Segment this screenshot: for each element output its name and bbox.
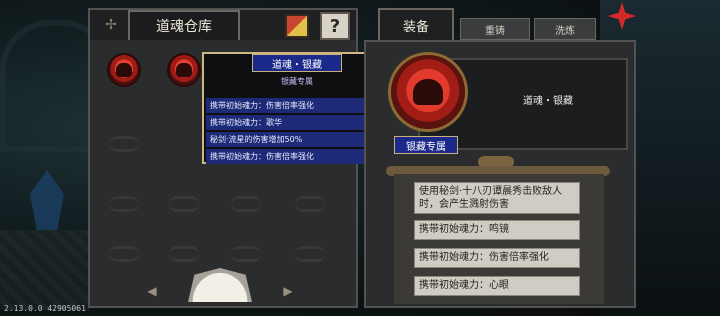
storage-slot-empty[interactable] (104, 186, 144, 222)
tab-refine[interactable]: 洗炼 (534, 18, 596, 40)
storage-slot-selected[interactable] (164, 52, 204, 88)
tooltip-row: 携带初始魂力：伤害倍率强化 (206, 98, 386, 113)
storage-slot-empty[interactable] (164, 186, 204, 222)
effect-item: 携带初始魂力：伤害倍率强化 (414, 248, 580, 268)
tooltip-row: 秘剑·流星的伤害增加50% (206, 132, 386, 147)
equipped-soul-orb-icon[interactable] (388, 52, 468, 132)
effect-item: 携带初始魂力：鸣镜 (414, 220, 580, 240)
storage-slot-empty[interactable] (104, 126, 144, 162)
storage-slot-empty[interactable] (226, 186, 266, 222)
close-button[interactable] (608, 2, 636, 30)
storage-slot-empty[interactable] (290, 186, 330, 222)
tooltip-row: 携带初始魂力：歌华 (206, 115, 386, 130)
red-soul-orb-icon (107, 53, 141, 87)
exclusive-label: 银藏专属 (394, 136, 458, 154)
equipped-item-name: 道魂・银藏 (523, 96, 573, 107)
close-pinwheel-icon (608, 2, 636, 30)
sort-button[interactable] (285, 14, 309, 38)
storage-title: 道魂仓库 (128, 10, 240, 40)
tab-reforge[interactable]: 重铸 (460, 18, 530, 40)
effect-item: 携带初始魂力：心眼 (414, 276, 580, 296)
red-soul-orb-icon (167, 53, 201, 87)
tab-equip[interactable]: 装备 (378, 8, 454, 40)
tooltip-row: 携带初始魂力：伤害倍率强化 (206, 149, 386, 164)
page-next-arrow-icon[interactable]: ▶ (282, 284, 294, 298)
storage-slot[interactable] (104, 52, 144, 88)
decorative-cross-icon: ✢ (105, 17, 117, 33)
page-prev-arrow-icon[interactable]: ◀ (146, 284, 158, 298)
background-floor (0, 230, 90, 310)
help-button[interactable]: ? (320, 12, 350, 40)
tooltip-subtitle: 银藏专属 (281, 77, 313, 86)
effect-item: 使用秘剑·十八刃谭晨秀击败敌人时，会产生溅射伤害 (414, 182, 580, 214)
tooltip-title: 道魂・银藏 (252, 54, 342, 72)
storage-slot-empty[interactable] (226, 236, 266, 272)
storage-slot-empty[interactable] (290, 236, 330, 272)
storage-slot-empty[interactable] (104, 236, 144, 272)
storage-slot-empty[interactable] (164, 236, 204, 272)
version-label: 2.13.0.0 42905061 (4, 304, 86, 313)
